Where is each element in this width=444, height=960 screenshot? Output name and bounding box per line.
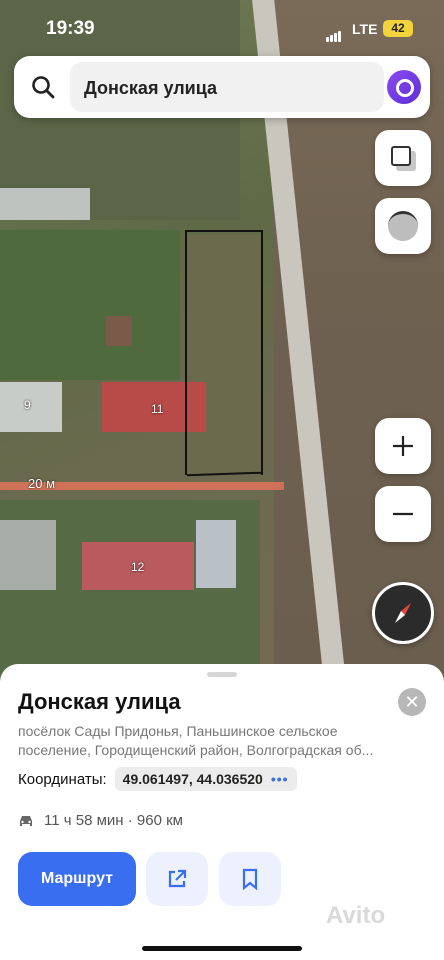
- map-lot: [0, 230, 180, 380]
- location-button[interactable]: [375, 198, 431, 254]
- close-button[interactable]: ✕: [398, 688, 426, 716]
- address-line: посёлок Сады Придонья, Паньшинское сельс…: [18, 723, 338, 739]
- sheet-handle[interactable]: [207, 672, 237, 677]
- watermark: Avito: [326, 902, 386, 929]
- bookmark-icon: [242, 868, 258, 890]
- place-title: Донская улица: [18, 689, 181, 714]
- house-number: 12: [131, 560, 145, 574]
- compass-icon: [395, 603, 411, 623]
- house-number: 9: [24, 398, 31, 412]
- coordinates-row: Координаты: 49.061497, 44.036520 •••: [18, 766, 297, 792]
- plot-outline: [185, 230, 263, 475]
- car-icon: [20, 815, 32, 826]
- battery-icon: 42: [383, 20, 413, 37]
- share-button[interactable]: [146, 852, 208, 906]
- clock: 19:39: [46, 18, 95, 39]
- route-time: 11 ч 58 мин · 960 км: [44, 812, 183, 829]
- search-input[interactable]: Донская улица: [70, 62, 384, 112]
- zoom-in-button[interactable]: [375, 418, 431, 474]
- address-line: поселение, Городищенский район, Волгогра…: [18, 742, 374, 758]
- bookmark-button[interactable]: [219, 852, 281, 906]
- building-roof: [0, 188, 90, 220]
- ruler-label: 20 м: [28, 476, 56, 491]
- route-info: 11 ч 58 мин · 960 км: [18, 812, 183, 829]
- layers-button[interactable]: [375, 130, 431, 186]
- search-bar: Донская улица: [14, 56, 430, 118]
- search-query: Донская улица: [84, 78, 218, 98]
- search-icon[interactable]: [30, 74, 56, 100]
- coordinates-value[interactable]: 49.061497, 44.036520 •••: [114, 767, 297, 791]
- place-card: Донская улица ✕ посёлок Сады Придонья, П…: [0, 664, 444, 960]
- building-roof: [196, 520, 236, 588]
- network-type: LTE: [352, 21, 378, 37]
- coordinates-text: 49.061497, 44.036520: [122, 771, 263, 787]
- house-number: 11: [151, 402, 164, 416]
- coordinates-label: Координаты:: [18, 770, 107, 788]
- minus-icon: [393, 512, 413, 516]
- share-icon: [168, 869, 187, 888]
- signal-icon: [326, 24, 342, 42]
- home-indicator[interactable]: [142, 946, 302, 951]
- voice-assistant-icon[interactable]: [387, 70, 421, 104]
- zoom-out-button[interactable]: [375, 486, 431, 542]
- building-roof: [0, 382, 62, 432]
- place-address: посёлок Сады Придонья, Паньшинское сельс…: [18, 722, 428, 760]
- more-icon[interactable]: •••: [271, 771, 289, 787]
- plus-icon: [393, 436, 413, 456]
- route-button[interactable]: Маршрут: [18, 852, 136, 906]
- building-roof: [0, 520, 56, 590]
- building-roof: [106, 316, 132, 346]
- location-icon: [388, 211, 418, 241]
- compass-button[interactable]: [372, 582, 434, 644]
- close-icon: ✕: [404, 692, 420, 712]
- status-bar: 19:39 LTE 42: [0, 16, 444, 46]
